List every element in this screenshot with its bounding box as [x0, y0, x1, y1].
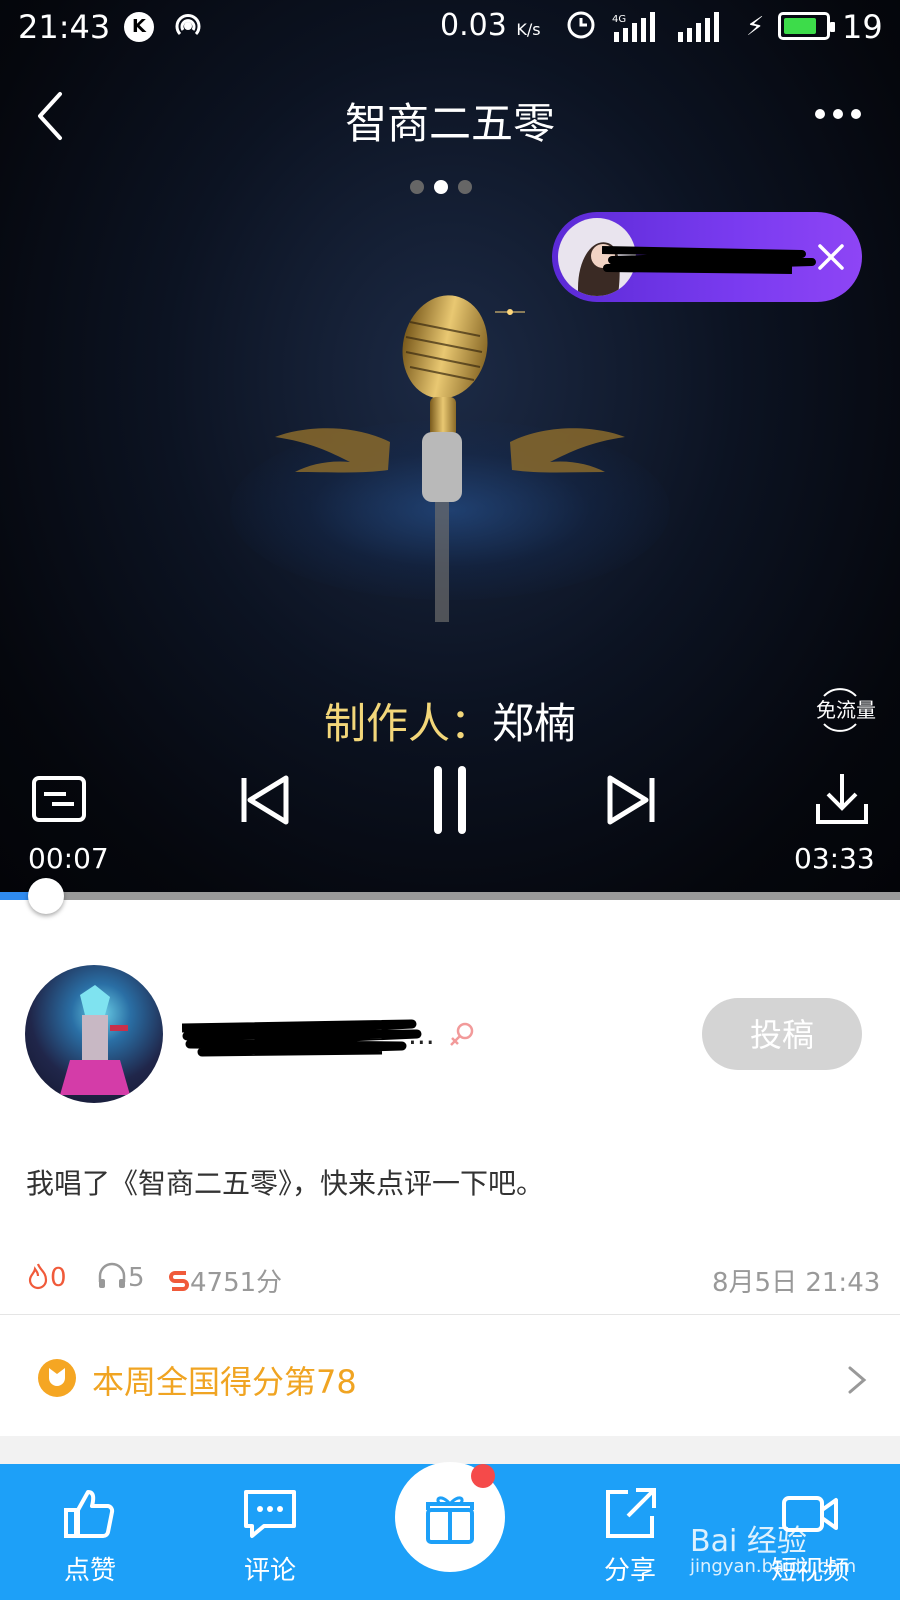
avatar-image: [60, 985, 130, 1095]
more-icon[interactable]: [812, 104, 864, 124]
signal-icon: [678, 12, 719, 42]
next-icon[interactable]: [600, 770, 660, 830]
username-ellipsis: ...: [408, 1018, 435, 1051]
battery-icon: [778, 12, 835, 40]
gift-button[interactable]: [395, 1462, 505, 1572]
signal-4g-icon: 4G: [612, 12, 655, 42]
share-label: 分享: [603, 1556, 656, 1586]
score-stat: 4751分: [168, 1262, 282, 1299]
thumbs-up-icon: [64, 1490, 115, 1538]
alarm-icon: [567, 11, 595, 39]
total-time: 03:33: [794, 842, 875, 875]
hotspot-icon: [175, 14, 201, 36]
notification-dot: [471, 1464, 495, 1488]
download-icon[interactable]: [812, 770, 872, 830]
current-time: 00:07: [28, 842, 109, 875]
producer-label: 制作人：: [323, 699, 492, 748]
medal-icon: [38, 1359, 76, 1397]
live-user-pill[interactable]: [552, 212, 862, 302]
progress-bar[interactable]: [0, 892, 900, 900]
like-label: 点赞: [63, 1556, 116, 1586]
progress-played: [0, 892, 32, 900]
comment-icon: [244, 1490, 296, 1538]
headphones-icon: [98, 1262, 126, 1288]
network-speed: 0.03 K/s: [440, 8, 541, 43]
page-dot[interactable]: [434, 180, 448, 194]
page-dot[interactable]: [410, 180, 424, 194]
page-dot[interactable]: [458, 180, 472, 194]
like-button[interactable]: 点赞: [30, 1464, 150, 1600]
post-caption: 我唱了《智商二五零》，快来点评一下吧。: [26, 1167, 545, 1200]
battery-percent: 19: [842, 8, 883, 46]
close-icon[interactable]: [814, 240, 848, 274]
app-k-icon: K: [124, 12, 154, 42]
share-button[interactable]: 分享: [570, 1464, 690, 1600]
microphone-cover-art: [275, 295, 625, 622]
lyrics-icon[interactable]: [30, 770, 90, 830]
redaction-scribble: [182, 1019, 422, 1057]
network-type: 4G: [612, 14, 626, 25]
female-icon: [450, 1022, 474, 1046]
redaction-scribble: [602, 246, 816, 274]
charging-icon: ⚡: [746, 12, 765, 42]
post-date: 8月5日 21:43: [712, 1268, 881, 1298]
gift-icon: [426, 1496, 474, 1544]
chevron-right-icon: [848, 1366, 867, 1394]
pause-icon[interactable]: [420, 766, 480, 834]
watermark-url: jingyan.baidu.com: [690, 1556, 857, 1577]
submit-button[interactable]: 投稿: [702, 998, 862, 1070]
watermark-brand: Bai 经验: [690, 1524, 807, 1559]
producer-credit: 制作人：郑楠: [0, 690, 900, 751]
share-icon: [606, 1488, 656, 1538]
listens-stat: 5: [96, 1262, 145, 1293]
comment-label: 评论: [243, 1556, 296, 1586]
flame-icon: [28, 1263, 48, 1290]
divider: [0, 1314, 900, 1315]
previous-icon[interactable]: [236, 770, 296, 830]
page-title: 智商二五零: [344, 99, 555, 148]
free-data-badge[interactable]: 免流量: [808, 690, 884, 730]
avatar[interactable]: [25, 965, 163, 1103]
status-bar: 21:43 K 0.03 K/s 4G ⚡ 19: [0, 0, 900, 56]
score-s-icon: [169, 1271, 189, 1291]
page-indicator: [408, 180, 478, 196]
section-gap: [0, 1436, 900, 1464]
weekly-rank-text: 本周全国得分第78: [92, 1363, 357, 1401]
producer-name: 郑楠: [492, 699, 577, 748]
comment-button[interactable]: 评论: [210, 1464, 330, 1600]
status-time: 21:43: [18, 8, 111, 46]
progress-thumb[interactable]: [28, 878, 64, 914]
likes-stat: 0: [26, 1262, 67, 1293]
